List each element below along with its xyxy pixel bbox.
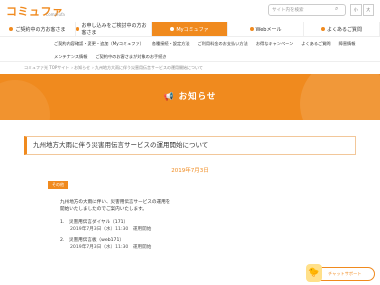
top-bar: コミュファ commufa サイト内を検索 ⌕ 小 大 (0, 0, 380, 22)
nav-dot-icon (9, 27, 14, 31)
service-list: 1. 災害用伝言ダイヤル（171） 2019年7月3日（水）11:30 運用開始… (60, 219, 320, 251)
mail-icon (249, 27, 254, 31)
breadcrumb-current: 九州地方大雨に伴う災害用伝言サービスの運用開始について (94, 65, 203, 70)
breadcrumb: コミュファ光 TOPサイト › お知らせ › 九州地方大雨に伴う災害用伝言サービスの… (24, 65, 203, 70)
service-item-label: 2. 災害用伝言板（web171） (60, 238, 124, 243)
page-title: 📢 お知らせ (163, 92, 217, 102)
search-icon[interactable]: ⌕ (335, 5, 344, 15)
nav-item-current-customers[interactable]: ご契約中の方お客さま (0, 22, 76, 36)
secondary-nav: ご契約内容確認・変更・追加（Myコミュファ） 各種接続・設定方法 ご利用料金のお… (0, 36, 380, 62)
article-body: 九州地方の大雨に伴い、災害用伝言サービスの運用を 開始いたしましたのでご案内いた… (60, 199, 320, 251)
subnav-outage[interactable]: 障害情報 (335, 37, 360, 50)
category-badge: その他 (48, 181, 68, 189)
subnav-maintenance[interactable]: メンテナンス情報 (50, 50, 91, 63)
font-size-large-button[interactable]: 大 (362, 4, 374, 16)
subnav-procedures[interactable]: ご契約中のお客さまが対象のお手続き (91, 50, 170, 63)
subnav-payment[interactable]: ご利用料金のお支払い方法 (194, 37, 252, 50)
service-item-detail: 2019年7月3日（水）11:30 運用開始 (70, 227, 152, 232)
site-logo-sub: commufa (46, 12, 65, 17)
nav-item-prospective-customers[interactable]: お申し込みをご検討中の方お客さま (76, 22, 152, 36)
subnav-contract[interactable]: ご契約内容確認・変更・追加（Myコミュファ） (50, 37, 148, 50)
font-size-toggle: 小 大 (350, 4, 374, 16)
breadcrumb-news[interactable]: お知らせ (74, 65, 90, 70)
font-size-small-button[interactable]: 小 (350, 4, 362, 16)
subnav-setup[interactable]: 各種接続・設定方法 (148, 37, 194, 50)
body-line: 開始いたしましたのでご案内いたします。 (60, 207, 147, 212)
body-line: 九州地方の大雨に伴い、災害用伝言サービスの運用を (60, 200, 171, 205)
nav-dot-icon (76, 27, 80, 31)
megaphone-icon: 📢 (163, 92, 175, 101)
subnav-faq[interactable]: よくあるご質問 (297, 37, 334, 50)
article-date: 2019年7月3日 (171, 168, 209, 174)
article-title: 九州地方大雨に伴う災害用伝言サービスの運用開始について (24, 136, 356, 155)
chatbot-icon[interactable]: 🐤 (306, 264, 322, 282)
chat-support-button[interactable]: チャットサポート (313, 267, 375, 281)
primary-nav: ご契約中の方お客さま お申し込みをご検討中の方お客さま Myコミュファ Webメ… (0, 22, 380, 36)
page-hero: 📢 お知らせ (0, 74, 380, 120)
nav-dot-icon (170, 27, 175, 31)
breadcrumb-home[interactable]: コミュファ光 TOPサイト (24, 65, 69, 70)
subnav-campaign[interactable]: お得なキャンペーン (252, 37, 297, 50)
nav-item-mycommufa[interactable]: Myコミュファ (152, 22, 228, 36)
question-icon (320, 27, 325, 31)
service-item-label: 1. 災害用伝言ダイヤル（171） (60, 220, 129, 225)
nav-item-faq[interactable]: よくあるご質問 (304, 22, 380, 36)
service-item-detail: 2019年7月3日（水）11:30 運用開始 (70, 245, 152, 250)
nav-item-webmail[interactable]: Webメール (228, 22, 304, 36)
